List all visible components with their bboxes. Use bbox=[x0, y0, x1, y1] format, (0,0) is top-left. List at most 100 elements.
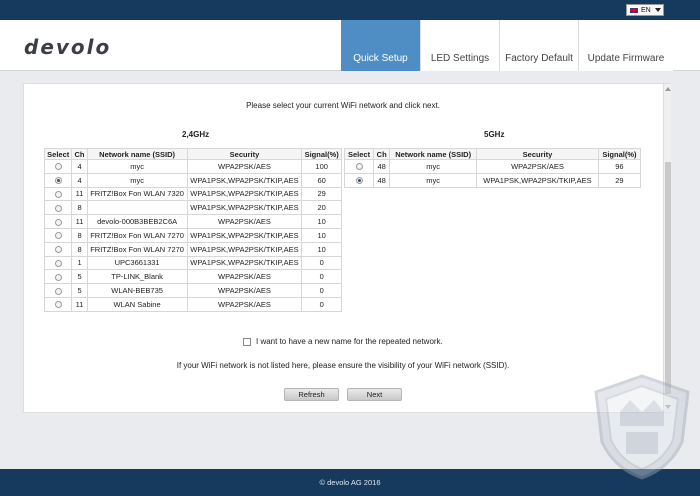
rename-network-checkbox[interactable] bbox=[243, 337, 251, 346]
signal-cell: 10 bbox=[301, 227, 342, 243]
ssid-cell: FRITZ!Box Fon WLAN 7320 bbox=[86, 186, 188, 202]
security-cell: WPA2PSK/AES bbox=[186, 296, 303, 312]
channel-cell: 5 bbox=[71, 283, 88, 298]
signal-cell: 10 bbox=[301, 241, 342, 257]
security-cell: WPA1PSK,WPA2PSK/TKIP,AES bbox=[186, 186, 303, 202]
security-cell: WPA1PSK,WPA2PSK/TKIP,AES bbox=[186, 200, 303, 216]
table-row[interactable]: 48 myc WPA2PSK/AES 96 bbox=[343, 159, 642, 174]
band-5ghz-title: 5GHz bbox=[484, 130, 505, 139]
devolo-logo: devolo bbox=[24, 35, 112, 59]
signal-cell: 100 bbox=[301, 159, 342, 174]
tab-factory-default[interactable]: Factory Default bbox=[499, 20, 578, 71]
network-select-radio[interactable] bbox=[54, 273, 62, 281]
wifi-table-5ghz: Select Ch Network name (SSID) Security S… bbox=[343, 148, 642, 188]
channel-cell: 11 bbox=[71, 214, 88, 229]
refresh-button[interactable]: Refresh bbox=[284, 388, 339, 401]
table-row[interactable]: 11 FRITZ!Box Fon WLAN 7320 WPA1PSK,WPA2PSK… bbox=[43, 186, 342, 202]
security-cell: WPA1PSK,WPA2PSK/TKIP,AES bbox=[186, 255, 303, 271]
network-select-radio[interactable] bbox=[54, 204, 62, 212]
scroll-thumb[interactable] bbox=[665, 162, 671, 394]
table-row[interactable]: 5 WLAN-BEB735 WPA2PSK/AES 0 bbox=[43, 283, 342, 298]
select-cell[interactable] bbox=[43, 200, 73, 216]
network-select-radio[interactable] bbox=[54, 191, 62, 198]
select-cell[interactable] bbox=[43, 241, 73, 257]
select-cell[interactable] bbox=[43, 214, 73, 229]
ssid-visibility-notice: If your WiFi network is not listed here,… bbox=[176, 361, 510, 370]
col-select: Select bbox=[343, 148, 375, 160]
col-select: Select bbox=[43, 148, 73, 160]
select-cell[interactable] bbox=[43, 283, 73, 298]
table-row[interactable]: 8 FRITZ!Box Fon WLAN 7270 WPA1PSK,WPA2PSK/… bbox=[43, 241, 342, 257]
col-ssid: Network name (SSID) bbox=[389, 148, 478, 160]
ssid-cell: myc bbox=[86, 172, 188, 188]
network-select-radio[interactable] bbox=[54, 246, 62, 254]
network-select-radio[interactable] bbox=[54, 163, 62, 171]
select-cell[interactable] bbox=[43, 186, 73, 202]
next-button[interactable]: Next bbox=[347, 388, 402, 401]
col-ssid: Network name (SSID) bbox=[86, 148, 188, 160]
tab-led-settings[interactable]: LED Settings bbox=[420, 20, 499, 71]
main-nav: Quick Setup LED Settings Factory Default… bbox=[341, 20, 673, 71]
signal-cell: 0 bbox=[301, 283, 342, 298]
table-row[interactable]: 4 myc WPA2PSK/AES 100 bbox=[43, 159, 342, 174]
ssid-cell: myc bbox=[389, 172, 478, 188]
signal-cell: 0 bbox=[301, 255, 342, 271]
table-row[interactable]: 8 WPA1PSK,WPA2PSK/TKIP,AES 20 bbox=[43, 200, 342, 216]
signal-cell: 29 bbox=[597, 172, 642, 188]
select-cell[interactable] bbox=[43, 227, 73, 243]
signal-cell: 10 bbox=[301, 214, 342, 229]
signal-cell: 29 bbox=[301, 186, 342, 202]
scroll-up-arrow-icon[interactable] bbox=[665, 87, 671, 91]
select-cell[interactable] bbox=[343, 159, 375, 174]
table-row[interactable]: 4 myc WPA1PSK,WPA2PSK/TKIP,AES 60 bbox=[43, 172, 342, 188]
col-channel: Ch bbox=[373, 148, 391, 160]
table-row[interactable]: 11 devolo-000B3BEB2C6A WPA2PSK/AES 10 bbox=[43, 214, 342, 229]
table-row[interactable]: 8 FRITZ!Box Fon WLAN 7270 WPA1PSK,WPA2PSK/… bbox=[43, 227, 342, 243]
network-select-radio[interactable] bbox=[54, 259, 62, 267]
table-row[interactable]: 48 myc WPA1PSK,WPA2PSK/TKIP,AES 29 bbox=[343, 172, 642, 188]
instruction-text: Please select your current WiFi network … bbox=[246, 101, 440, 110]
security-cell: WPA1PSK,WPA2PSK/TKIP,AES bbox=[186, 227, 303, 243]
network-select-radio[interactable] bbox=[54, 287, 62, 295]
select-cell[interactable] bbox=[43, 269, 73, 285]
network-select-radio[interactable] bbox=[355, 163, 363, 171]
security-cell: WPA2PSK/AES bbox=[186, 214, 303, 229]
copyright-text: © devolo AG 2016 bbox=[319, 478, 381, 487]
col-signal: Signal(%) bbox=[301, 148, 342, 160]
network-select-radio[interactable] bbox=[54, 301, 62, 309]
table-row[interactable]: 11 WLAN Sabine WPA2PSK/AES 0 bbox=[43, 296, 342, 312]
select-cell[interactable] bbox=[43, 159, 73, 174]
ssid-cell bbox=[86, 200, 188, 216]
network-select-radio[interactable] bbox=[54, 232, 62, 240]
security-cell: WPA1PSK,WPA2PSK/TKIP,AES bbox=[186, 172, 303, 188]
signal-cell: 96 bbox=[597, 159, 642, 174]
table-row[interactable]: 1 UPC3661331 WPA1PSK,WPA2PSK/TKIP,AES 0 bbox=[43, 255, 342, 271]
ssid-cell: myc bbox=[86, 159, 188, 174]
signal-cell: 60 bbox=[301, 172, 342, 188]
top-bar: EN bbox=[0, 0, 700, 20]
signal-cell: 0 bbox=[301, 269, 342, 285]
security-cell: WPA2PSK/AES bbox=[476, 159, 599, 174]
table-row[interactable]: 5 TP-LINK_Blank WPA2PSK/AES 0 bbox=[43, 269, 342, 285]
tab-quick-setup[interactable]: Quick Setup bbox=[341, 20, 420, 71]
network-select-radio[interactable] bbox=[355, 177, 363, 185]
tab-update-firmware[interactable]: Update Firmware bbox=[578, 20, 673, 71]
security-cell: WPA2PSK/AES bbox=[186, 283, 303, 298]
col-security: Security bbox=[476, 148, 599, 160]
language-selector[interactable]: EN bbox=[626, 4, 664, 16]
channel-cell: 1 bbox=[71, 255, 88, 271]
select-cell[interactable] bbox=[343, 172, 375, 188]
select-cell[interactable] bbox=[43, 172, 73, 188]
rename-network-label: I want to have a new name for the repeat… bbox=[256, 337, 443, 346]
select-cell[interactable] bbox=[43, 296, 73, 312]
col-security: Security bbox=[186, 148, 303, 160]
ssid-cell: WLAN Sabine bbox=[86, 296, 188, 312]
network-select-radio[interactable] bbox=[54, 177, 62, 185]
rename-network-option[interactable]: I want to have a new name for the repeat… bbox=[243, 337, 443, 346]
network-select-radio[interactable] bbox=[54, 218, 62, 226]
channel-cell: 48 bbox=[373, 159, 391, 174]
uk-flag-icon bbox=[629, 6, 639, 14]
select-cell[interactable] bbox=[43, 255, 73, 271]
channel-cell: 4 bbox=[71, 172, 88, 188]
security-cell: WPA1PSK,WPA2PSK/TKIP,AES bbox=[476, 172, 599, 188]
